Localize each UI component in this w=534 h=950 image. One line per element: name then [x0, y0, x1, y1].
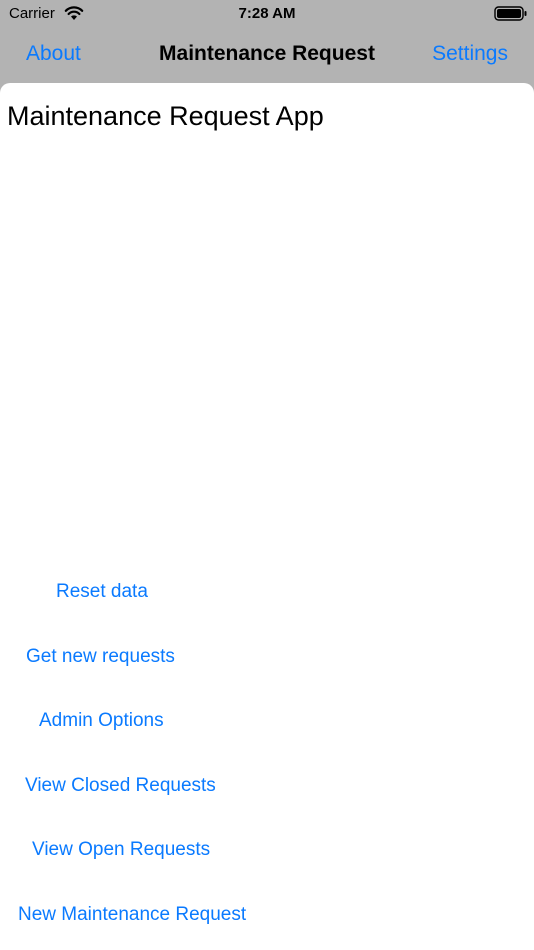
view-open-requests-button[interactable]: View Open Requests: [32, 839, 210, 861]
status-bar: Carrier 7:28 AM: [0, 0, 534, 28]
battery-icon: [494, 6, 527, 21]
reset-data-button[interactable]: Reset data: [56, 581, 148, 603]
get-new-requests-button[interactable]: Get new requests: [26, 646, 175, 668]
admin-options-button[interactable]: Admin Options: [39, 710, 164, 732]
main-content: Maintenance Request App Reset data Get n…: [0, 83, 534, 950]
status-time: 7:28 AM: [238, 5, 296, 22]
new-maintenance-request-button[interactable]: New Maintenance Request: [18, 904, 246, 926]
settings-button[interactable]: Settings: [432, 42, 508, 66]
navigation-bar: About Maintenance Request Settings: [0, 28, 534, 82]
view-closed-requests-button[interactable]: View Closed Requests: [25, 775, 216, 797]
app-title: Maintenance Request App: [7, 101, 324, 131]
